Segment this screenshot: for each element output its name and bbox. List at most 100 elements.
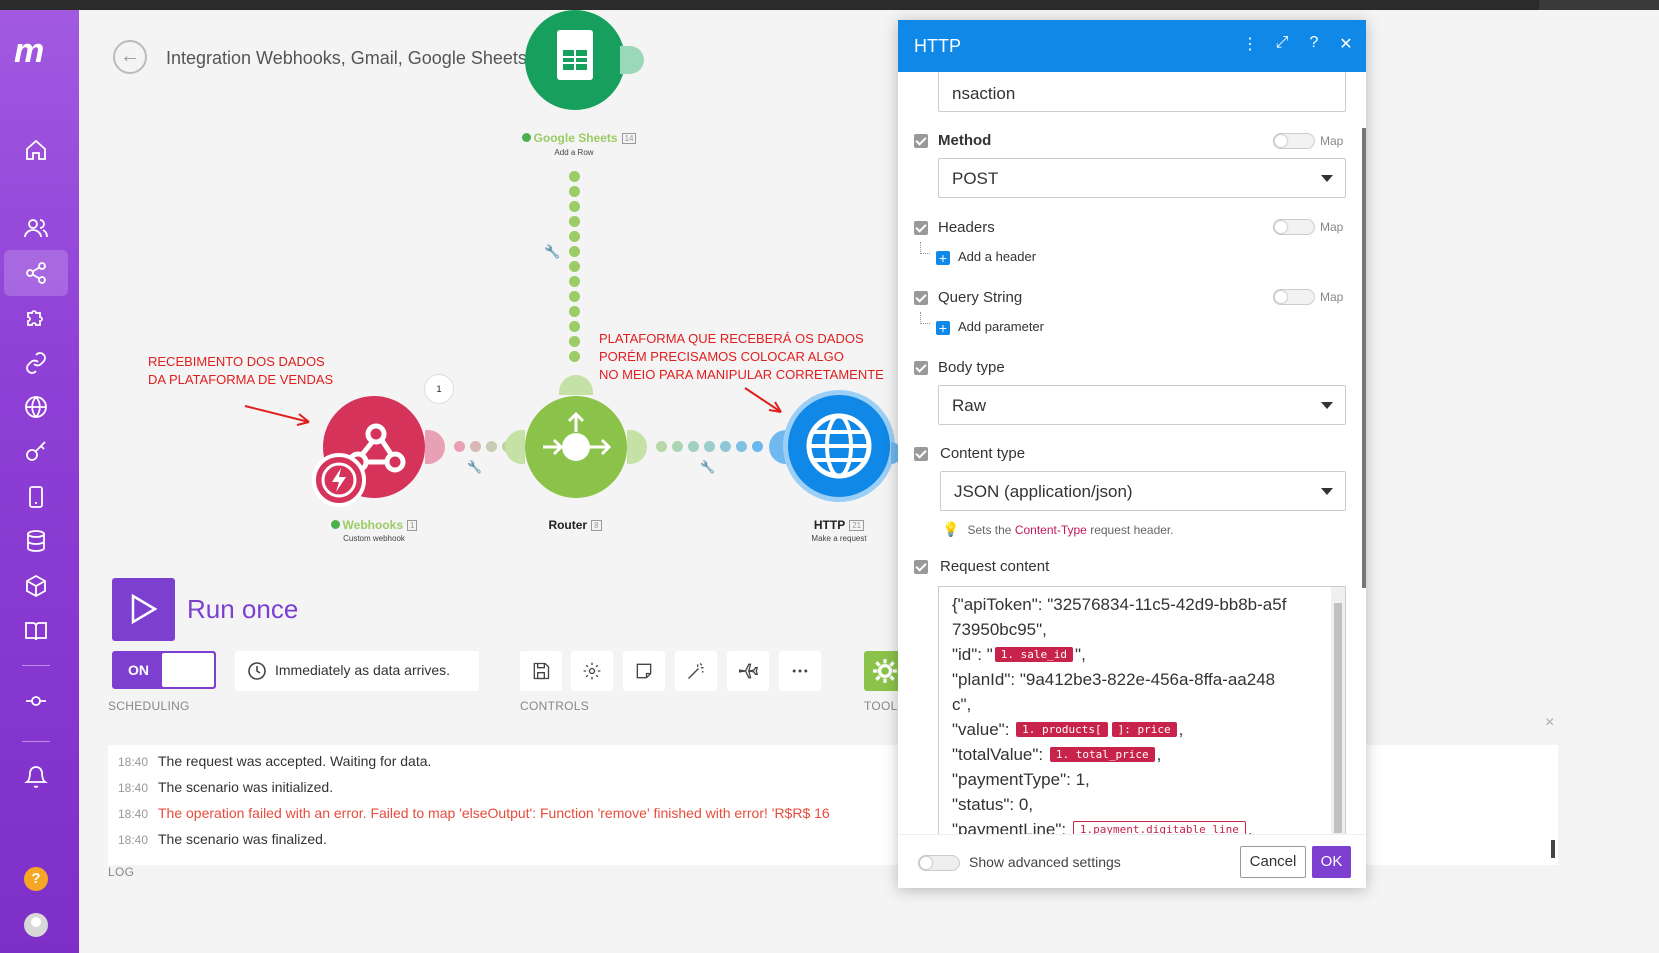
filter-wrench-icon[interactable]: 🔧	[467, 460, 482, 474]
webhooks-sublabel: Custom webhook	[343, 534, 405, 543]
avatar[interactable]	[24, 913, 48, 937]
help-icon[interactable]: ?	[1306, 34, 1322, 54]
google-sheets-node[interactable]	[525, 10, 625, 110]
advanced-settings-label: Show advanced settings	[969, 854, 1121, 870]
instant-trigger-icon	[312, 453, 366, 507]
log-row-error: 18:40 The operation failed with an error.…	[118, 805, 830, 821]
content-type-label: Content type	[940, 445, 1026, 462]
scheduling-caption: SCHEDULING	[108, 699, 190, 713]
expand-icon[interactable]: ⤢	[1274, 34, 1290, 54]
http-sublabel: Make a request	[811, 534, 867, 543]
filter-wrench-icon[interactable]: 🔧	[700, 460, 715, 474]
database-icon[interactable]	[4, 518, 68, 564]
cancel-button[interactable]: Cancel	[1240, 846, 1306, 878]
log-caption: LOG	[108, 865, 135, 879]
magic-wand-icon[interactable]	[675, 651, 717, 691]
globe-icon	[806, 413, 872, 479]
http-node[interactable]	[783, 390, 895, 502]
scenario-title: Integration Webhooks, Gmail, Google Shee…	[166, 48, 527, 68]
home-icon[interactable]	[4, 127, 68, 173]
back-arrow-icon[interactable]: ←	[113, 40, 147, 74]
add-parameter-button[interactable]: + Add parameter	[936, 319, 1044, 335]
commit-icon[interactable]	[4, 678, 68, 724]
link-icon[interactable]	[4, 340, 68, 386]
sheets-icon	[557, 30, 593, 80]
method-map-toggle[interactable]	[1273, 133, 1315, 149]
team-icon[interactable]	[4, 205, 68, 251]
book-icon[interactable]	[4, 608, 68, 654]
url-field[interactable]: nsaction	[938, 72, 1346, 112]
globe-icon[interactable]	[4, 384, 68, 430]
more-options-icon[interactable]	[779, 651, 821, 691]
cube-icon[interactable]	[4, 563, 68, 609]
browser-top-strip	[0, 0, 1659, 10]
method-label: Method	[938, 132, 992, 149]
content-type-select[interactable]: JSON (application/json)	[940, 471, 1346, 511]
bell-icon[interactable]	[4, 754, 68, 800]
advanced-settings-toggle[interactable]	[918, 855, 960, 871]
request-content-checkbox[interactable]	[914, 560, 928, 574]
query-map-toggle[interactable]	[1273, 289, 1315, 305]
mapped-variable-pill[interactable]: ]: price	[1111, 722, 1177, 737]
ok-button[interactable]: OK	[1312, 846, 1351, 878]
mapped-variable-pill[interactable]: 1. sale_id	[994, 647, 1074, 662]
method-checkbox[interactable]	[914, 134, 928, 148]
webhooks-bubble[interactable]: 1	[424, 374, 454, 404]
run-once-label[interactable]: Run once	[187, 594, 298, 625]
close-icon[interactable]: ✕	[1338, 34, 1354, 54]
settings-gear-icon[interactable]	[571, 651, 613, 691]
webhooks-label: Webhooks 1	[314, 518, 434, 532]
annotation-right: PLATAFORMA QUE RECEBERÁ OS DADOS PORÉM PR…	[599, 331, 884, 382]
make-logo[interactable]: m	[14, 34, 58, 68]
controls-caption: CONTROLS	[520, 699, 590, 713]
mapped-variable-pill[interactable]: 1. total_price	[1049, 747, 1155, 762]
headers-label: Headers	[938, 219, 995, 236]
query-string-checkbox[interactable]	[914, 291, 928, 305]
headers-map-toggle[interactable]	[1273, 219, 1315, 235]
chevron-down-icon	[1321, 488, 1333, 495]
log-row: 18:40 The scenario was finalized.	[118, 831, 327, 847]
save-icon[interactable]	[520, 651, 562, 691]
router-node[interactable]	[525, 396, 627, 498]
body-type-checkbox[interactable]	[914, 361, 928, 375]
headers-checkbox[interactable]	[914, 221, 928, 235]
content-type-checkbox[interactable]	[914, 447, 928, 461]
request-content-label: Request content	[940, 558, 1050, 575]
annotation-arrow-left	[244, 405, 310, 426]
scenarios-share-icon[interactable]	[4, 250, 68, 296]
mapped-variable-pill[interactable]: 1. products[	[1016, 722, 1108, 737]
log-row: 18:40 The request was accepted. Waiting f…	[118, 753, 432, 769]
filter-wrench-icon[interactable]: 🔧	[544, 244, 560, 260]
dialog-title: HTTP	[914, 36, 961, 56]
body-type-select[interactable]: Raw	[938, 385, 1346, 425]
airplane-icon[interactable]	[727, 651, 769, 691]
puzzle-icon[interactable]	[4, 295, 68, 341]
annotation-left: RECEBIMENTO DOS DADOS DA PLATAFORMA DE VE…	[148, 354, 334, 387]
annotation-arrow-right	[744, 387, 782, 413]
scheduling-toggle[interactable]: ON	[112, 651, 216, 689]
dialog-scrollbar[interactable]	[1362, 128, 1366, 588]
run-once-button[interactable]	[112, 578, 175, 641]
tools-caption: TOOL	[864, 699, 898, 713]
method-select[interactable]: POST	[938, 158, 1346, 198]
sidebar: m ?	[0, 10, 79, 953]
scenario-canvas[interactable]: ← Integration Webhooks, Gmail, Google Sh…	[79, 10, 1659, 953]
mapped-variable-pill[interactable]: 1.payment.digitable_line	[1072, 821, 1246, 834]
kebab-menu-icon[interactable]: ⋮	[1242, 34, 1258, 54]
close-log-icon[interactable]: ×	[1545, 714, 1659, 732]
help-icon[interactable]: ?	[24, 867, 48, 891]
chevron-down-icon	[1321, 402, 1333, 409]
add-header-button[interactable]: + Add a header	[936, 249, 1036, 265]
log-row: 18:40 The scenario was initialized.	[118, 779, 334, 795]
map-label: Map	[1320, 290, 1344, 304]
notes-icon[interactable]	[623, 651, 665, 691]
key-icon[interactable]	[4, 429, 68, 475]
editor-scrollbar[interactable]	[1331, 587, 1345, 834]
webhooks-connector	[425, 430, 445, 464]
lightbulb-icon: 💡	[942, 521, 960, 537]
canvas-scrollbar[interactable]	[1551, 840, 1555, 858]
device-icon[interactable]	[4, 474, 68, 520]
request-content-editor[interactable]: {"apiToken": "32576834-11c5-42d9-bb8b-a5…	[938, 586, 1346, 834]
http-label: HTTP 21	[779, 518, 899, 532]
schedule-setting[interactable]: Immediately as data arrives.	[235, 651, 479, 691]
